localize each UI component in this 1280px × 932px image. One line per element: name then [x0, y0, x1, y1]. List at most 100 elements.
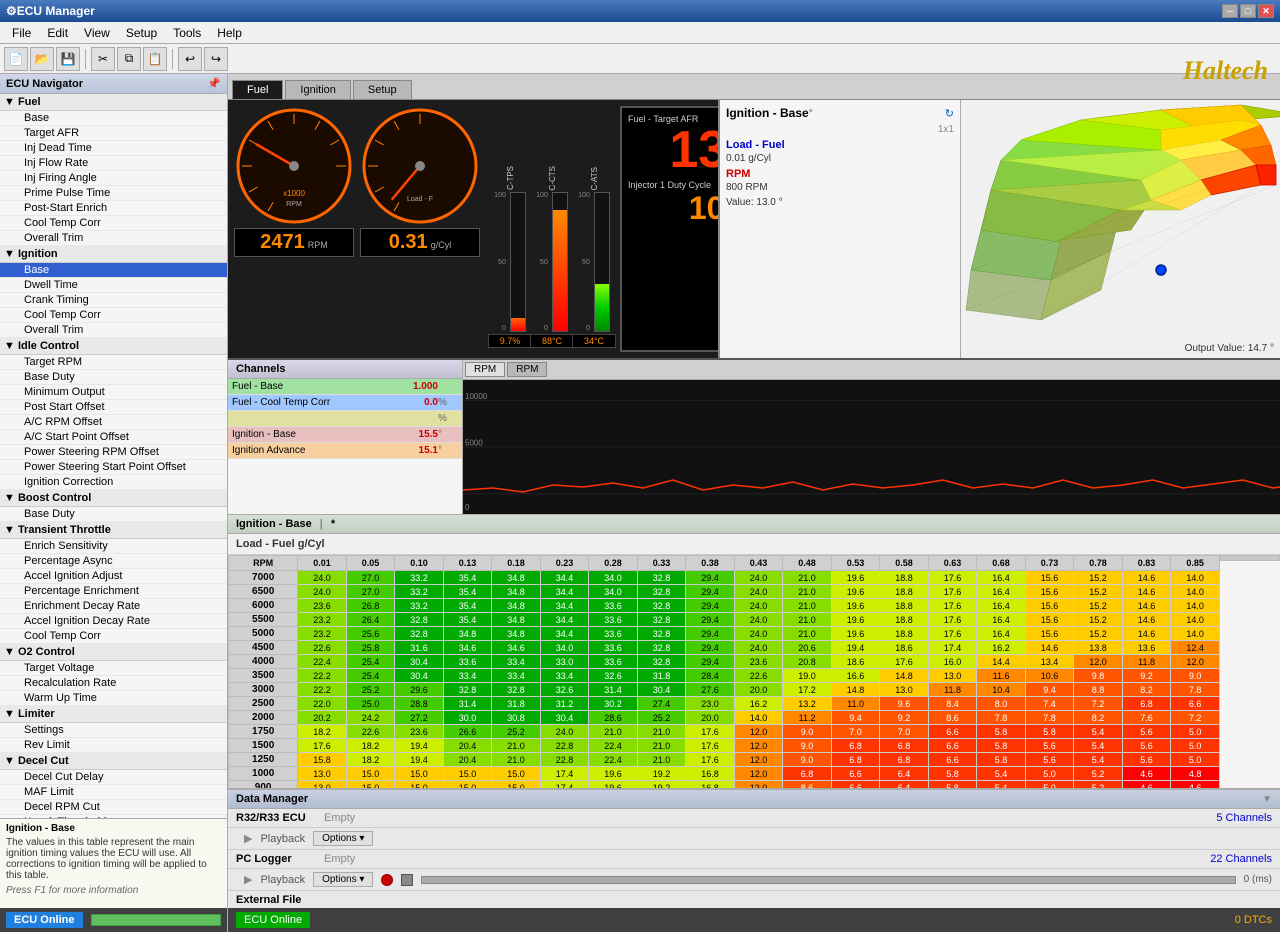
data-cell[interactable]: 30.4	[395, 669, 444, 683]
refresh-button[interactable]: ↻	[945, 107, 954, 120]
data-cell[interactable]: 16.4	[977, 627, 1026, 641]
data-cell[interactable]: 21.0	[637, 725, 686, 739]
menu-help[interactable]: Help	[209, 24, 250, 42]
data-cell[interactable]: 33.6	[589, 599, 638, 613]
table-row[interactable]: 250022.025.028.831.431.831.230.227.423.0…	[229, 697, 1220, 711]
data-cell[interactable]: 29.4	[686, 613, 735, 627]
data-cell[interactable]: 29.4	[686, 571, 735, 585]
data-cell[interactable]: 12.0	[1171, 655, 1220, 669]
data-cell[interactable]: 18.8	[880, 627, 929, 641]
menu-file[interactable]: File	[4, 24, 39, 42]
data-cell[interactable]: 24.0	[734, 613, 783, 627]
table-row[interactable]: 300022.225.229.632.832.832.631.430.427.6…	[229, 683, 1220, 697]
data-cell[interactable]: 4.6	[1122, 781, 1171, 789]
data-cell[interactable]: 34.4	[540, 585, 589, 599]
data-cell[interactable]: 15.6	[1025, 627, 1074, 641]
data-cell[interactable]: 31.4	[443, 697, 492, 711]
data-cell[interactable]: 25.0	[346, 697, 395, 711]
data-cell[interactable]: 17.6	[928, 599, 977, 613]
data-cell[interactable]: 10.6	[1025, 669, 1074, 683]
category-decel-cut[interactable]: ▼ Decel Cut	[0, 753, 227, 770]
data-cell[interactable]: 20.2	[298, 711, 347, 725]
data-cell[interactable]: 33.6	[589, 641, 638, 655]
sidebar-item-crank-timing[interactable]: Crank Timing	[0, 293, 227, 308]
sidebar-item-accel-ign-decay-rate[interactable]: Accel Ignition Decay Rate	[0, 614, 227, 629]
category-o2[interactable]: ▼ O2 Control	[0, 644, 227, 661]
sidebar-item-inj-flow-rate[interactable]: Inj Flow Rate	[0, 156, 227, 171]
data-cell[interactable]: 32.8	[492, 683, 541, 697]
table-row[interactable]: 400022.425.430.433.633.433.033.632.829.4…	[229, 655, 1220, 669]
category-limiter[interactable]: ▼ Limiter	[0, 706, 227, 723]
data-cell[interactable]: 11.2	[783, 711, 832, 725]
data-cell[interactable]: 26.6	[443, 725, 492, 739]
data-cell[interactable]: 32.8	[637, 641, 686, 655]
dm-options-btn[interactable]: Options ▾	[313, 831, 373, 846]
data-cell[interactable]: 33.6	[589, 627, 638, 641]
data-cell[interactable]: 9.4	[831, 711, 880, 725]
sidebar-item-minimum-output[interactable]: Minimum Output	[0, 385, 227, 400]
data-cell[interactable]: 14.0	[1171, 599, 1220, 613]
sidebar-item-ac-start-point[interactable]: A/C Start Point Offset	[0, 430, 227, 445]
data-cell[interactable]: 17.6	[686, 739, 735, 753]
data-cell[interactable]: 21.0	[637, 739, 686, 753]
data-cell[interactable]: 34.4	[540, 627, 589, 641]
sidebar-item-ac-rpm-offset[interactable]: A/C RPM Offset	[0, 415, 227, 430]
sidebar-item-ps-start-point[interactable]: Power Steering Start Point Offset	[0, 460, 227, 475]
data-cell[interactable]: 21.0	[783, 585, 832, 599]
dm-record-button[interactable]	[381, 874, 393, 886]
data-cell[interactable]: 27.0	[346, 571, 395, 585]
data-cell[interactable]: 13.4	[1025, 655, 1074, 669]
data-cell[interactable]: 5.8	[977, 725, 1026, 739]
data-cell[interactable]: 29.4	[686, 641, 735, 655]
table-row[interactable]: 125015.818.219.420.421.022.822.421.017.6…	[229, 753, 1220, 767]
data-cell[interactable]: 20.0	[686, 711, 735, 725]
data-cell[interactable]: 22.8	[540, 753, 589, 767]
data-cell[interactable]: 23.6	[734, 655, 783, 669]
data-cell[interactable]: 11.6	[977, 669, 1026, 683]
data-cell[interactable]: 15.2	[1074, 599, 1123, 613]
sidebar-item-warm-up-time[interactable]: Warm Up Time	[0, 691, 227, 706]
data-cell[interactable]: 12.0	[1074, 655, 1123, 669]
data-cell[interactable]: 21.0	[589, 725, 638, 739]
data-cell[interactable]: 22.8	[540, 739, 589, 753]
data-cell[interactable]: 7.4	[1025, 697, 1074, 711]
minimize-button[interactable]: ─	[1222, 4, 1238, 18]
data-cell[interactable]: 20.4	[443, 753, 492, 767]
data-cell[interactable]: 6.6	[831, 781, 880, 789]
copy-button[interactable]: ⧉	[117, 47, 141, 71]
sidebar-item-post-start-enrich[interactable]: Post-Start Enrich	[0, 201, 227, 216]
data-cell[interactable]: 19.6	[831, 627, 880, 641]
data-cell[interactable]: 25.2	[346, 683, 395, 697]
data-cell[interactable]: 23.2	[298, 613, 347, 627]
data-cell[interactable]: 24.0	[298, 571, 347, 585]
data-cell[interactable]: 29.6	[395, 683, 444, 697]
data-cell[interactable]: 13.8	[1074, 641, 1123, 655]
data-cell[interactable]: 15.6	[1025, 599, 1074, 613]
sidebar-item-ign-correction[interactable]: Ignition Correction	[0, 475, 227, 490]
data-cell[interactable]: 15.0	[443, 767, 492, 781]
data-cell[interactable]: 11.0	[831, 697, 880, 711]
data-cell[interactable]: 31.6	[395, 641, 444, 655]
data-cell[interactable]: 32.8	[637, 627, 686, 641]
data-cell[interactable]: 35.4	[443, 571, 492, 585]
data-cell[interactable]: 14.0	[1171, 613, 1220, 627]
data-cell[interactable]: 32.8	[637, 585, 686, 599]
data-cell[interactable]: 12.4	[1171, 641, 1220, 655]
sidebar-item-decel-rpm-cut[interactable]: Decel RPM Cut	[0, 800, 227, 815]
data-cell[interactable]: 19.6	[831, 599, 880, 613]
data-cell[interactable]: 35.4	[443, 613, 492, 627]
data-cell[interactable]: 21.0	[637, 753, 686, 767]
data-cell[interactable]: 7.0	[880, 725, 929, 739]
dm-logger-options-btn[interactable]: Options ▾	[313, 872, 373, 887]
data-cell[interactable]: 25.4	[346, 655, 395, 669]
data-cell[interactable]: 5.0	[1171, 725, 1220, 739]
redo-button[interactable]: ↪	[204, 47, 228, 71]
data-cell[interactable]: 29.4	[686, 655, 735, 669]
tab-ignition[interactable]: Ignition	[285, 80, 350, 99]
data-cell[interactable]: 25.6	[346, 627, 395, 641]
sidebar-item-target-rpm[interactable]: Target RPM	[0, 355, 227, 370]
data-cell[interactable]: 30.8	[492, 711, 541, 725]
table-row[interactable]: 700024.027.033.235.434.834.434.032.829.4…	[229, 571, 1220, 585]
data-cell[interactable]: 34.0	[589, 585, 638, 599]
data-cell[interactable]: 17.6	[686, 753, 735, 767]
